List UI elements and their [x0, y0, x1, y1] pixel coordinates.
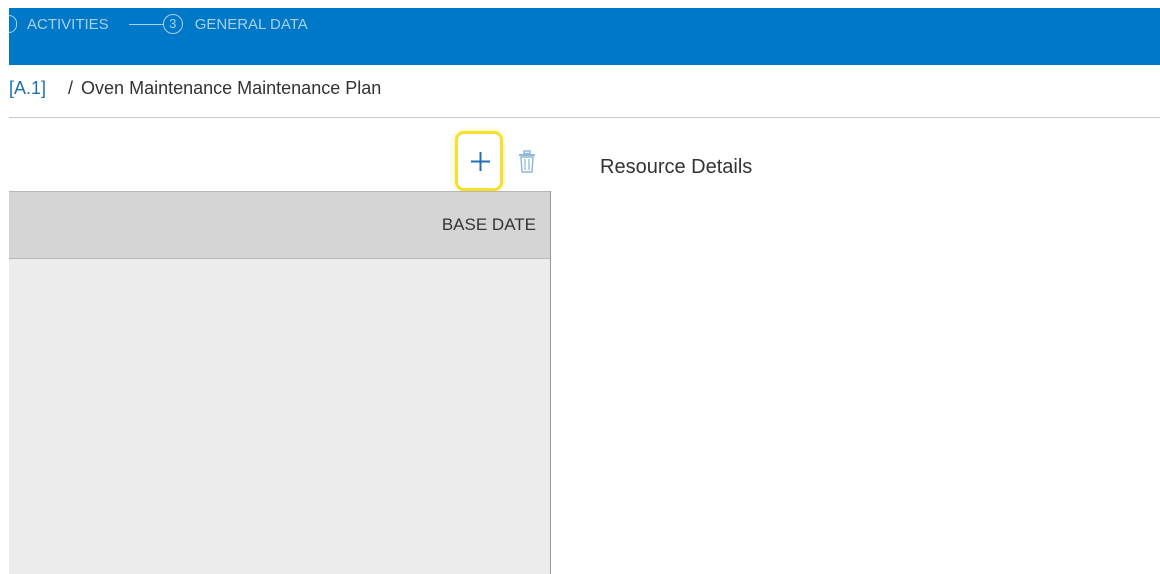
resource-grid: BASE DATE — [9, 191, 551, 574]
plus-icon — [471, 152, 490, 171]
divider — [9, 117, 1160, 118]
top-bar: ACTIVITIES 3 GENERAL DATA — [9, 8, 1160, 65]
breadcrumb-current: Oven Maintenance Maintenance Plan — [81, 78, 382, 98]
grid-header: BASE DATE — [9, 191, 550, 259]
stepper: ACTIVITIES 3 GENERAL DATA — [9, 8, 308, 40]
step-general-data[interactable]: GENERAL DATA — [195, 16, 308, 33]
resource-details-title: Resource Details — [600, 156, 753, 178]
column-header-base-date[interactable]: BASE DATE — [442, 215, 536, 235]
add-button[interactable] — [455, 131, 503, 191]
step-connector — [128, 23, 163, 25]
delete-button[interactable] — [516, 150, 538, 174]
breadcrumb-separator: / — [68, 78, 74, 98]
step-number-circle: 3 — [162, 14, 183, 34]
breadcrumb: [A.1] / Oven Maintenance Maintenance Plan — [9, 78, 381, 99]
step-activities[interactable]: ACTIVITIES — [27, 16, 109, 33]
step-number-circle — [9, 15, 17, 33]
breadcrumb-link[interactable]: [A.1] — [9, 78, 46, 98]
trash-icon — [519, 150, 535, 173]
